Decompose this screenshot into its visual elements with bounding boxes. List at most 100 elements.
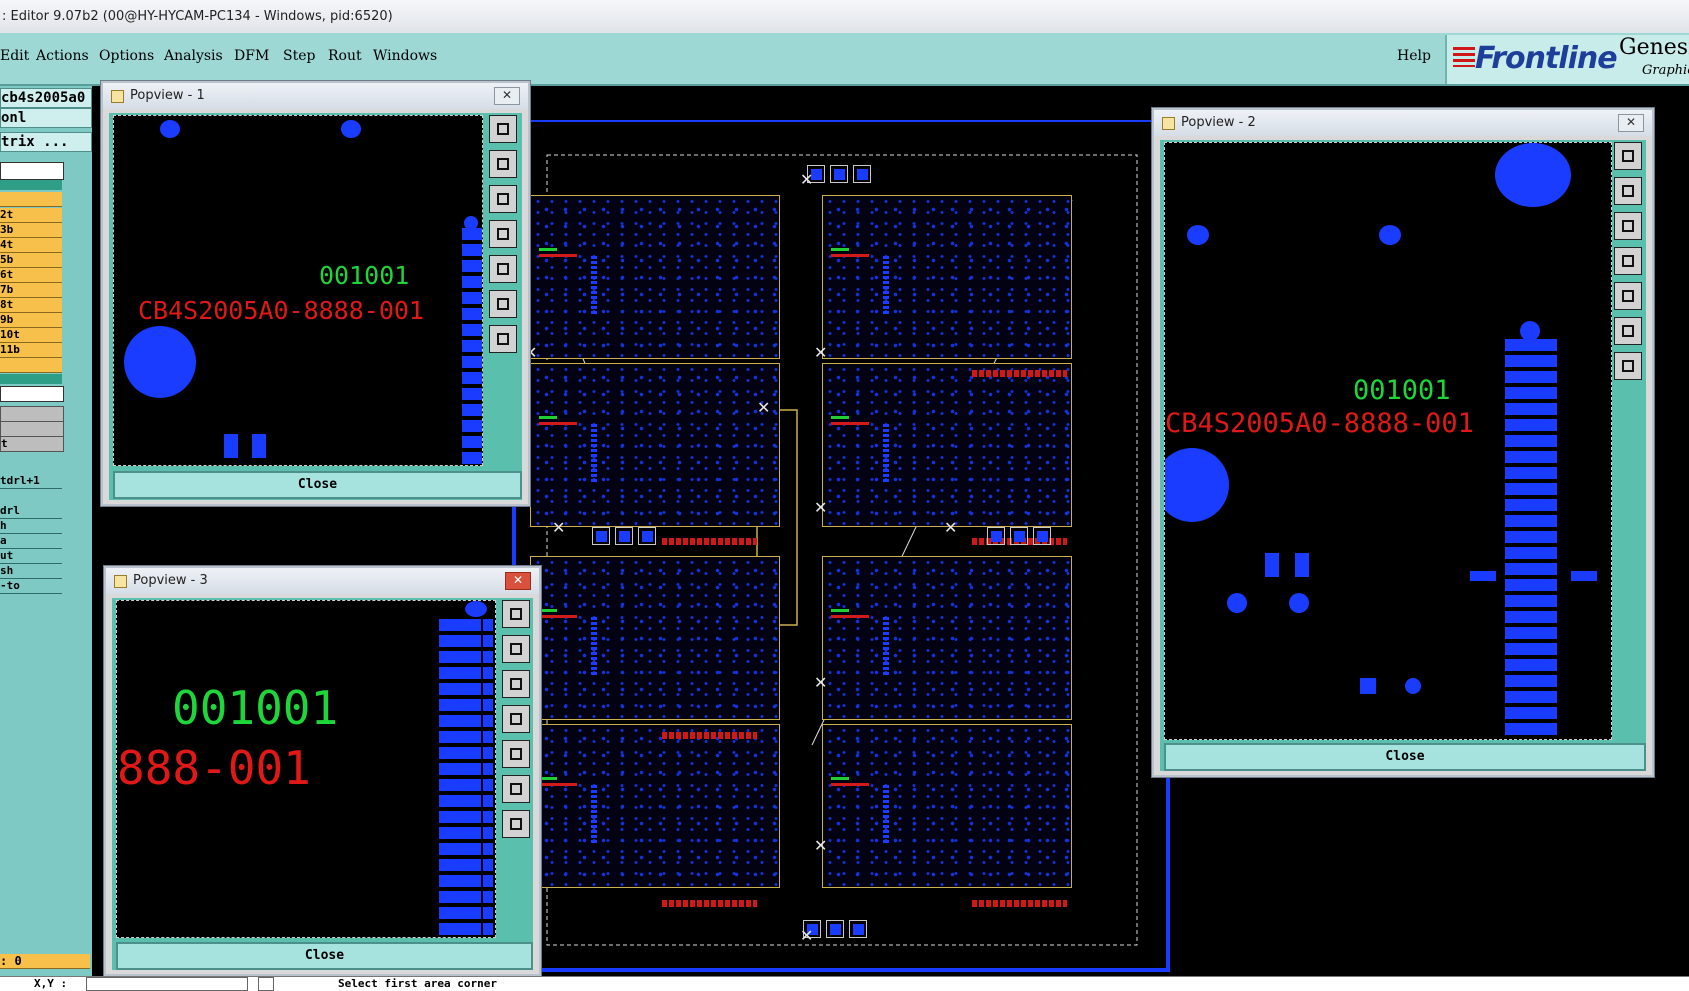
layer-row[interactable]: 5b <box>0 253 62 268</box>
close-icon[interactable]: ✕ <box>505 572 531 590</box>
board-label <box>539 422 577 425</box>
pan-down-icon[interactable] <box>502 670 530 698</box>
menu-analysis[interactable]: Analysis <box>164 48 223 64</box>
brand-product: Genesis <box>1619 35 1689 60</box>
zoom-home-icon[interactable] <box>489 115 517 143</box>
popview-canvas[interactable]: 001001 CB4S2005A0-8888-001 <box>1164 142 1612 740</box>
layer-separator <box>0 180 62 190</box>
board-label <box>831 248 849 251</box>
zoom-home-icon[interactable] <box>1614 142 1642 170</box>
layer-row[interactable]: 6t <box>0 268 62 283</box>
close-button[interactable]: Close <box>116 942 533 970</box>
layer-row[interactable]: 7b <box>0 283 62 298</box>
pan-left-icon[interactable] <box>489 220 517 248</box>
layer-row-gray[interactable] <box>0 421 64 437</box>
zoom-home-icon[interactable] <box>502 600 530 628</box>
pad-column <box>883 256 889 316</box>
pad-column <box>591 256 597 316</box>
menu-actions[interactable]: Actions <box>36 48 89 64</box>
layer-row[interactable]: drl <box>0 504 62 519</box>
pan-down-icon[interactable] <box>1614 212 1642 240</box>
layer-row[interactable]: 8t <box>0 298 62 313</box>
zoom-fit-icon[interactable] <box>489 290 517 318</box>
layer-row-blank[interactable] <box>0 386 64 402</box>
popview-canvas[interactable]: 001001 888-001 <box>116 600 496 938</box>
layer-row[interactable]: 3b <box>0 223 62 238</box>
zoom-in-icon[interactable] <box>1614 352 1642 380</box>
layer-row-top[interactable] <box>0 192 62 207</box>
board-label <box>539 254 577 257</box>
layer-row-gray[interactable]: t <box>0 436 64 452</box>
layer-row[interactable]: -to <box>0 579 62 594</box>
toggle-icon[interactable] <box>258 977 274 991</box>
step-name[interactable]: onl <box>0 108 92 128</box>
layer-row[interactable]: 2t <box>0 208 62 223</box>
pad <box>465 601 487 617</box>
pad-column <box>591 785 597 845</box>
layer-row-bottom[interactable] <box>0 358 62 373</box>
pan-up-icon[interactable] <box>502 635 530 663</box>
pad <box>1289 593 1309 613</box>
menu-windows[interactable]: Windows <box>373 48 437 64</box>
layer-row[interactable]: ut <box>0 549 62 564</box>
pan-right-icon[interactable] <box>1614 282 1642 310</box>
layer-row[interactable]: 4t <box>0 238 62 253</box>
menu-help[interactable]: Help <box>1397 48 1431 64</box>
pan-up-icon[interactable] <box>1614 177 1642 205</box>
layer-row[interactable]: a <box>0 534 62 549</box>
close-button[interactable]: Close <box>1164 743 1646 771</box>
app-icon <box>111 90 124 103</box>
board-label <box>831 777 849 780</box>
pad <box>1405 678 1421 694</box>
graphic-canvas[interactable]: ✕ ✕ ✕ ✕ ✕ ✕ ✕ ✕ ✕ ✕ ✕ <box>512 120 1170 972</box>
layer-row-blank[interactable] <box>0 162 64 180</box>
zoom-fit-icon[interactable] <box>1614 317 1642 345</box>
pan-down-icon[interactable] <box>489 185 517 213</box>
pad <box>1571 571 1597 581</box>
menu-edit[interactable]: Edit <box>0 48 29 64</box>
close-icon[interactable]: ✕ <box>1618 114 1644 132</box>
layer-row[interactable]: 11b <box>0 343 62 358</box>
board-label <box>831 416 849 419</box>
pan-right-icon[interactable] <box>489 255 517 283</box>
layer-row-gray[interactable] <box>0 406 64 422</box>
pad-column <box>462 228 482 464</box>
pad <box>464 216 478 230</box>
app-icon <box>1162 117 1175 130</box>
pad <box>1295 553 1309 577</box>
layer-row[interactable]: sh <box>0 564 62 579</box>
layer-row[interactable]: 9b <box>0 313 62 328</box>
zoom-in-icon[interactable] <box>502 810 530 838</box>
pan-right-icon[interactable] <box>502 740 530 768</box>
pad <box>1265 553 1279 577</box>
menu-dfm[interactable]: DFM <box>234 48 269 64</box>
board-label <box>539 777 557 780</box>
layer-row[interactable]: tdrl+1 <box>0 474 62 489</box>
close-button[interactable]: Close <box>113 471 522 499</box>
menu-options[interactable]: Options <box>99 48 154 64</box>
layer-row[interactable]: h <box>0 519 62 534</box>
pan-left-icon[interactable] <box>502 705 530 733</box>
board-marking <box>972 370 1067 377</box>
pan-up-icon[interactable] <box>489 150 517 178</box>
coord-input[interactable] <box>86 977 248 991</box>
coord-label: X,Y : <box>34 977 68 990</box>
pcb-board <box>822 363 1072 527</box>
matrix-button[interactable]: trix ... <box>0 132 92 152</box>
pad <box>160 120 180 138</box>
cross-marker: ✕ <box>814 343 828 362</box>
popview-toolbar <box>500 598 532 938</box>
zoom-fit-icon[interactable] <box>502 775 530 803</box>
status-bar: X,Y : Select first area corner <box>0 976 1689 991</box>
layer-row[interactable]: 10t <box>0 328 62 343</box>
board-label <box>831 615 869 618</box>
popview-canvas[interactable]: 001001 CB4S2005A0-8888-001 <box>113 115 483 466</box>
cross-marker: ✕ <box>757 398 771 417</box>
menu-step[interactable]: Step <box>283 48 315 64</box>
close-icon[interactable]: ✕ <box>494 87 520 105</box>
zoom-in-icon[interactable] <box>489 325 517 353</box>
menu-rout[interactable]: Rout <box>328 48 362 64</box>
job-name[interactable]: cb4s2005a0 <box>0 88 92 108</box>
pad-column <box>483 619 493 937</box>
pan-left-icon[interactable] <box>1614 247 1642 275</box>
